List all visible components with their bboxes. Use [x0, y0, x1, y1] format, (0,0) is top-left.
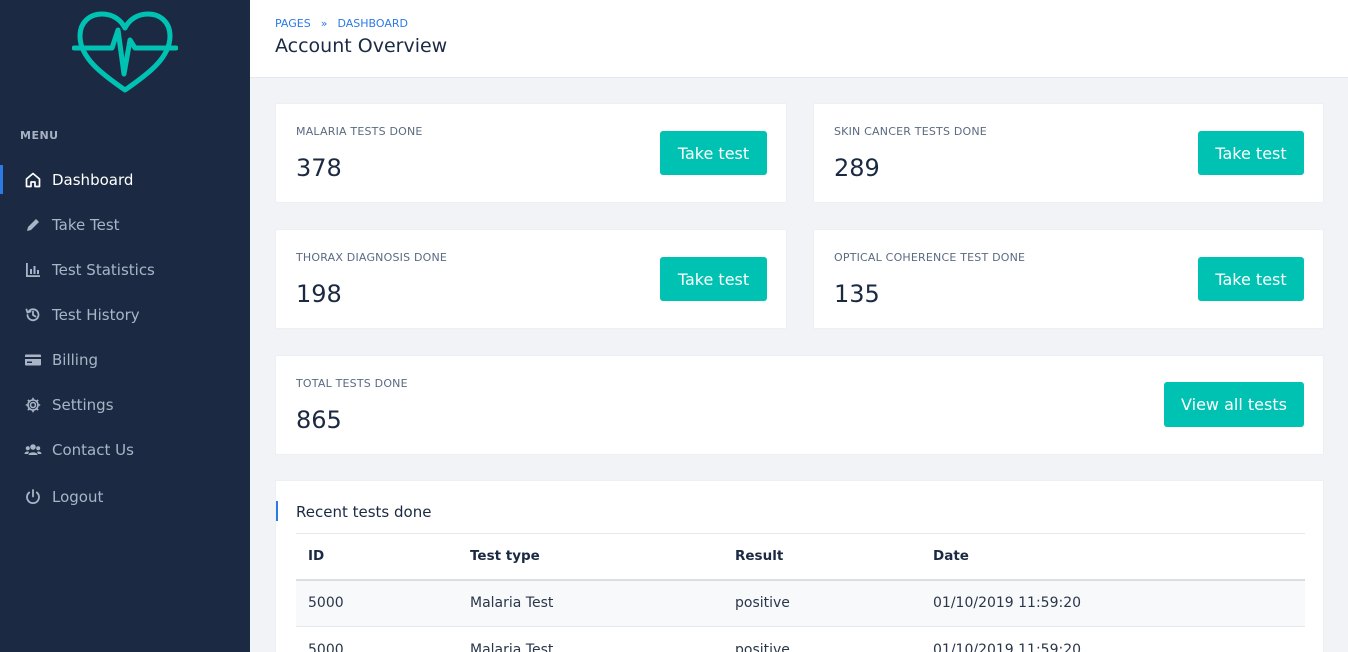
page-header: PAGES » DASHBOARD Account Overview — [250, 0, 1348, 78]
home-icon — [24, 171, 42, 189]
recent-tests-title: Recent tests done — [296, 503, 432, 521]
card-value: 198 — [296, 280, 342, 308]
table-header-row: ID Test type Result Date — [296, 533, 1305, 581]
skin-cancer-tests-card: SKIN CANCER TESTS DONE 289 Take test — [813, 103, 1324, 203]
sidebar-item-label: Test History — [52, 305, 140, 324]
heartbeat-logo-icon — [72, 11, 178, 93]
power-icon — [24, 488, 42, 506]
cell-id: 5000 — [296, 626, 458, 652]
cell-id: 5000 — [296, 579, 458, 627]
take-test-button[interactable]: Take test — [660, 131, 767, 175]
sidebar-item-label: Test Statistics — [52, 260, 155, 279]
sidebar: MENU Dashboard Take Test Test Statistics… — [0, 0, 250, 652]
section-accent-bar — [276, 501, 278, 521]
credit-card-icon — [24, 351, 42, 369]
malaria-tests-card: MALARIA TESTS DONE 378 Take test — [275, 103, 787, 203]
sidebar-item-settings[interactable]: Settings — [0, 382, 250, 427]
take-test-button[interactable]: Take test — [1198, 131, 1304, 175]
table-row[interactable]: 5000 Malaria Test positive 01/10/2019 11… — [296, 626, 1305, 652]
pencil-icon — [24, 216, 42, 234]
breadcrumb-item-dashboard[interactable]: DASHBOARD — [337, 17, 408, 30]
column-header-date: Date — [921, 533, 1305, 581]
optical-coherence-card: OPTICAL COHERENCE TEST DONE 135 Take tes… — [813, 229, 1324, 329]
users-icon — [24, 441, 42, 459]
sidebar-item-billing[interactable]: Billing — [0, 337, 250, 382]
card-label: TOTAL TESTS DONE — [296, 377, 408, 390]
breadcrumb-item-pages[interactable]: PAGES — [275, 17, 311, 30]
sidebar-item-label: Take Test — [52, 215, 120, 234]
card-label: THORAX DIAGNOSIS DONE — [296, 251, 448, 264]
take-test-button[interactable]: Take test — [660, 257, 767, 301]
total-tests-card: TOTAL TESTS DONE 865 View all tests — [275, 355, 1324, 455]
sidebar-item-contact-us[interactable]: Contact Us — [0, 427, 250, 472]
card-value: 865 — [296, 406, 342, 434]
history-icon — [24, 306, 42, 324]
sidebar-item-label: Dashboard — [52, 170, 134, 189]
cell-result: positive — [723, 579, 921, 627]
card-value: 135 — [834, 280, 880, 308]
sidebar-item-take-test[interactable]: Take Test — [0, 202, 250, 247]
cell-test-type: Malaria Test — [458, 579, 723, 627]
thorax-diagnosis-card: THORAX DIAGNOSIS DONE 198 Take test — [275, 229, 787, 329]
cell-date: 01/10/2019 11:59:20 — [921, 579, 1305, 627]
card-value: 289 — [834, 154, 880, 182]
sidebar-item-label: Contact Us — [52, 440, 134, 459]
sidebar-item-label: Settings — [52, 395, 114, 414]
table-row[interactable]: 5000 Malaria Test positive 01/10/2019 11… — [296, 579, 1305, 627]
card-value: 378 — [296, 154, 342, 182]
column-header-test-type: Test type — [458, 533, 723, 581]
sidebar-item-test-history[interactable]: Test History — [0, 292, 250, 337]
bar-chart-icon — [24, 261, 42, 279]
cell-result: positive — [723, 626, 921, 652]
page-title: Account Overview — [275, 35, 448, 57]
sidebar-item-logout[interactable]: Logout — [0, 472, 250, 521]
recent-tests-table: ID Test type Result Date 5000 Malaria Te… — [296, 533, 1305, 652]
card-label: SKIN CANCER TESTS DONE — [834, 125, 987, 138]
column-header-result: Result — [723, 533, 921, 581]
view-all-tests-button[interactable]: View all tests — [1164, 382, 1304, 427]
sidebar-item-dashboard[interactable]: Dashboard — [0, 157, 250, 202]
sidebar-nav: Dashboard Take Test Test Statistics Test… — [0, 157, 250, 521]
double-chevron-right-icon: » — [320, 17, 328, 30]
sidebar-item-label: Logout — [52, 487, 104, 506]
breadcrumb: PAGES » DASHBOARD — [275, 17, 408, 30]
recent-tests-card: Recent tests done ID Test type Result Da… — [275, 480, 1324, 652]
cell-test-type: Malaria Test — [458, 626, 723, 652]
card-label: MALARIA TESTS DONE — [296, 125, 423, 138]
column-header-id: ID — [296, 533, 458, 581]
sidebar-item-label: Billing — [52, 350, 98, 369]
menu-label: MENU — [20, 129, 59, 142]
sidebar-item-test-statistics[interactable]: Test Statistics — [0, 247, 250, 292]
cell-date: 01/10/2019 11:59:20 — [921, 626, 1305, 652]
take-test-button[interactable]: Take test — [1198, 257, 1304, 301]
card-label: OPTICAL COHERENCE TEST DONE — [834, 251, 1026, 264]
gear-icon — [24, 396, 42, 414]
